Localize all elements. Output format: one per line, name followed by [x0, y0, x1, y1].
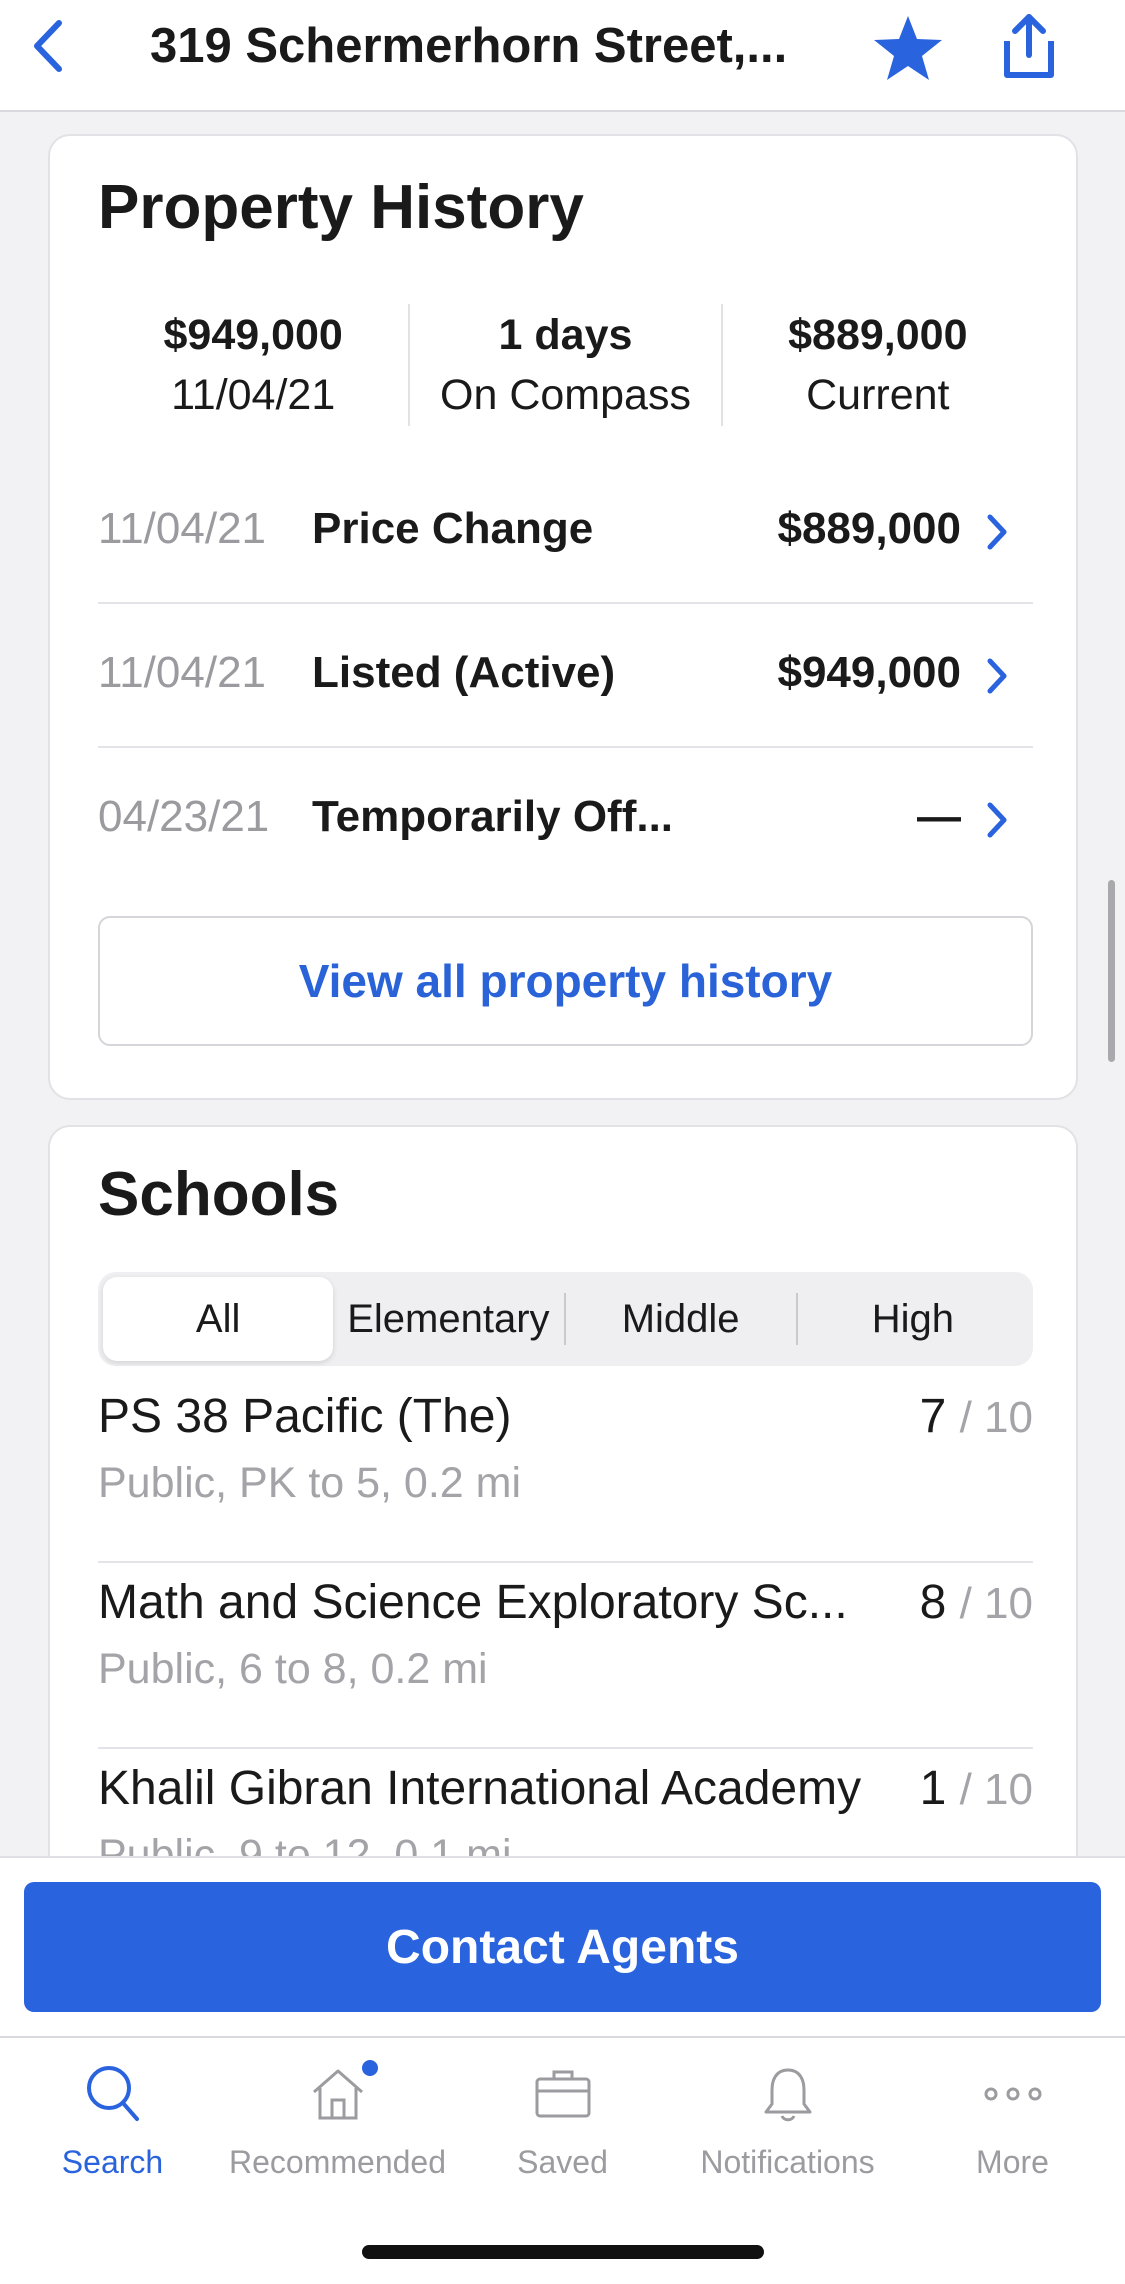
schools-title: Schools: [98, 1160, 340, 1229]
school-name: Math and Science Exploratory Sc...: [98, 1576, 848, 1629]
school-rating: 7 / 10: [920, 1389, 1033, 1444]
history-summary: $949,000 11/04/21 1 days On Compass $889…: [98, 304, 1033, 426]
summary-value: $949,000: [163, 311, 343, 359]
event-label: Price Change: [312, 504, 594, 553]
summary-caption: 11/04/21: [171, 371, 336, 419]
tab-notifications[interactable]: Notifications: [675, 2058, 900, 2208]
rating-scale: / 10: [959, 1393, 1033, 1442]
history-event-row[interactable]: 04/23/21 Temporarily Off... —: [98, 748, 1033, 892]
event-price: —: [917, 792, 961, 841]
briefcase-icon: [531, 2058, 595, 2130]
contact-agents-button[interactable]: Contact Agents: [24, 1882, 1101, 2012]
event-date: 11/04/21: [98, 648, 267, 697]
home-indicator: [362, 2245, 764, 2259]
bell-icon: [756, 2058, 820, 2130]
school-meta: Public, 6 to 8, 0.2 mi: [98, 1645, 488, 1693]
summary-caption: Current: [806, 371, 950, 419]
schools-list: PS 38 Pacific (The) 7 / 10 Public, PK to…: [98, 1377, 1033, 1935]
share-icon: [1004, 14, 1054, 78]
school-name: PS 38 Pacific (The): [98, 1390, 512, 1443]
event-date: 04/23/21: [98, 792, 270, 841]
chevron-right-icon: [977, 506, 1017, 558]
view-all-history-button[interactable]: View all property history: [98, 916, 1033, 1046]
tab-label: More: [976, 2144, 1049, 2180]
rating-value: 7: [919, 1390, 947, 1443]
rating-value: 1: [919, 1762, 947, 1815]
property-history-card: Property History $949,000 11/04/21 1 day…: [48, 134, 1078, 1100]
event-date: 11/04/21: [98, 504, 267, 553]
summary-caption: On Compass: [440, 371, 691, 419]
school-row[interactable]: Math and Science Exploratory Sc... 8 / 1…: [98, 1563, 1033, 1749]
tab-saved[interactable]: Saved: [450, 2058, 675, 2208]
share-button[interactable]: [994, 8, 1064, 84]
school-meta: Public, PK to 5, 0.2 mi: [98, 1459, 522, 1507]
star-icon: [874, 16, 942, 80]
school-row[interactable]: PS 38 Pacific (The) 7 / 10 Public, PK to…: [98, 1377, 1033, 1563]
tab-label: Saved: [517, 2144, 608, 2180]
event-label: Listed (Active): [312, 648, 616, 697]
chevron-right-icon: [977, 794, 1017, 846]
notification-dot: [361, 2060, 378, 2076]
search-icon: [81, 2058, 145, 2130]
rating-value: 8: [919, 1576, 947, 1629]
school-name: Khalil Gibran International Academy: [98, 1762, 862, 1815]
tab-label: Search: [61, 2144, 164, 2180]
top-nav-bar: 319 Schermerhorn Street,...: [0, 0, 1125, 112]
page-title: 319 Schermerhorn Street,...: [150, 19, 788, 73]
rating-scale: / 10: [959, 1765, 1033, 1814]
school-rating: 1 / 10: [920, 1761, 1033, 1816]
summary-value: 1 days: [498, 311, 633, 359]
tab-recommended[interactable]: Recommended: [225, 2058, 450, 2208]
tab-all[interactable]: All: [103, 1277, 334, 1361]
back-button[interactable]: [18, 14, 78, 78]
tab-elementary[interactable]: Elementary: [333, 1277, 563, 1361]
summary-current-price: $889,000 Current: [723, 304, 1033, 426]
school-rating: 8 / 10: [920, 1575, 1033, 1630]
chevron-right-icon: [977, 650, 1017, 702]
cta-bar: Contact Agents: [0, 1856, 1125, 2038]
summary-value: $889,000: [788, 311, 968, 359]
favorite-button[interactable]: [870, 12, 946, 84]
event-label: Temporarily Off...: [312, 792, 674, 841]
school-level-segmented-control: All Elementary Middle High: [98, 1272, 1033, 1366]
history-events-list: 11/04/21 Price Change $889,000 11/04/21 …: [98, 460, 1033, 892]
history-event-row[interactable]: 11/04/21 Price Change $889,000: [98, 460, 1033, 604]
scrollbar[interactable]: [1108, 880, 1115, 1062]
tab-search[interactable]: Search: [0, 2058, 225, 2208]
chevron-left-icon: [34, 20, 62, 72]
rating-scale: / 10: [959, 1579, 1033, 1628]
tab-label: Recommended: [229, 2144, 446, 2180]
event-price: $889,000: [777, 504, 961, 553]
summary-days-on-market: 1 days On Compass: [410, 304, 720, 426]
tab-more[interactable]: More: [900, 2058, 1125, 2208]
tab-label: Notifications: [700, 2144, 875, 2180]
tab-high[interactable]: High: [798, 1277, 1028, 1361]
property-history-title: Property History: [98, 173, 584, 242]
home-icon: [306, 2058, 378, 2130]
event-price: $949,000: [777, 648, 961, 697]
history-event-row[interactable]: 11/04/21 Listed (Active) $949,000: [98, 604, 1033, 748]
tab-middle[interactable]: Middle: [566, 1277, 796, 1361]
more-icon: [981, 2058, 1045, 2130]
summary-original-price: $949,000 11/04/21: [98, 304, 408, 426]
